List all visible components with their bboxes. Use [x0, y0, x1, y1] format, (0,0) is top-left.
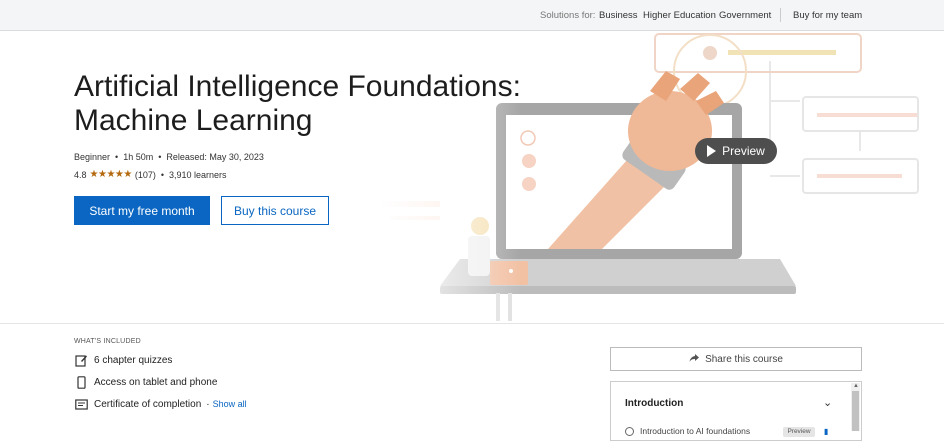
scrollbar-thumb[interactable]: [852, 391, 859, 431]
course-rating: 4.8 ★★★★★ (107) • 3,910 learners: [74, 169, 227, 180]
course-release-date: Released: May 30, 2023: [166, 152, 264, 162]
nav-link-higher-education[interactable]: Higher Education: [643, 10, 716, 21]
toc-lesson-item[interactable]: Introduction to AI foundations: [625, 426, 750, 436]
start-free-month-button[interactable]: Start my free month: [74, 196, 210, 225]
course-title: Artificial Intelligence Foundations: Mac…: [74, 70, 594, 138]
nav-link-government[interactable]: Government: [719, 10, 771, 21]
star-rating-icon: ★★★★★: [89, 169, 133, 180]
share-label: Share this course: [705, 353, 783, 365]
show-all-link[interactable]: Show all: [213, 399, 247, 409]
included-item-label: 6 chapter quizzes: [94, 354, 173, 366]
lesson-status-icon: [625, 426, 634, 436]
rating-value: 4.8: [74, 169, 87, 180]
certificate-icon: [74, 397, 88, 411]
course-duration: 1h 50m: [123, 152, 154, 162]
course-meta: Beginner • 1h 50m • Released: May 30, 2023: [74, 152, 264, 162]
play-icon: [707, 145, 717, 157]
share-course-button[interactable]: Share this course: [610, 347, 862, 371]
preview-badge: Preview: [783, 427, 815, 437]
preview-label: Preview: [722, 144, 765, 158]
scroll-up-icon[interactable]: ▲: [853, 383, 859, 389]
toc-chapter-heading[interactable]: Introduction: [625, 398, 683, 409]
top-navigation-bar: Solutions for: Business Higher Education…: [0, 0, 944, 31]
review-count[interactable]: (107): [135, 170, 156, 180]
buy-course-button[interactable]: Buy this course: [221, 196, 329, 225]
nav-link-business[interactable]: Business: [599, 10, 638, 21]
included-item-certificate: Certificate of completion · Show all: [74, 397, 247, 411]
included-item-label: Access on tablet and phone: [94, 376, 218, 388]
course-title-line2: Machine Learning: [74, 104, 313, 137]
included-item-label: Certificate of completion: [94, 398, 202, 410]
share-arrow-icon: [689, 353, 700, 366]
course-level: Beginner: [74, 152, 111, 162]
chevron-down-icon[interactable]: ⌄: [823, 396, 832, 409]
nav-divider: [780, 8, 781, 22]
buy-for-team-link[interactable]: Buy for my team: [793, 10, 862, 21]
toc-lesson-title: Introduction to AI foundations: [640, 426, 751, 436]
toc-scrollbar[interactable]: ▲: [851, 383, 860, 431]
tablet-icon: [74, 375, 88, 389]
pencil-square-icon: [74, 353, 88, 367]
included-item-tablet: Access on tablet and phone: [74, 375, 217, 389]
whats-included-heading: WHAT'S INCLUDED: [74, 338, 141, 345]
solutions-label: Solutions for:: [540, 10, 596, 21]
course-hero: Artificial Intelligence Foundations: Mac…: [0, 31, 944, 324]
course-title-line1: Artificial Intelligence Foundations:: [74, 70, 521, 103]
table-of-contents: Introduction ⌄ Introduction to AI founda…: [610, 381, 862, 441]
preview-button[interactable]: Preview: [695, 138, 777, 164]
included-item-quizzes: 6 chapter quizzes: [74, 353, 172, 367]
bookmark-icon[interactable]: ▮: [824, 427, 828, 436]
learner-count: 3,910 learners: [169, 169, 227, 180]
